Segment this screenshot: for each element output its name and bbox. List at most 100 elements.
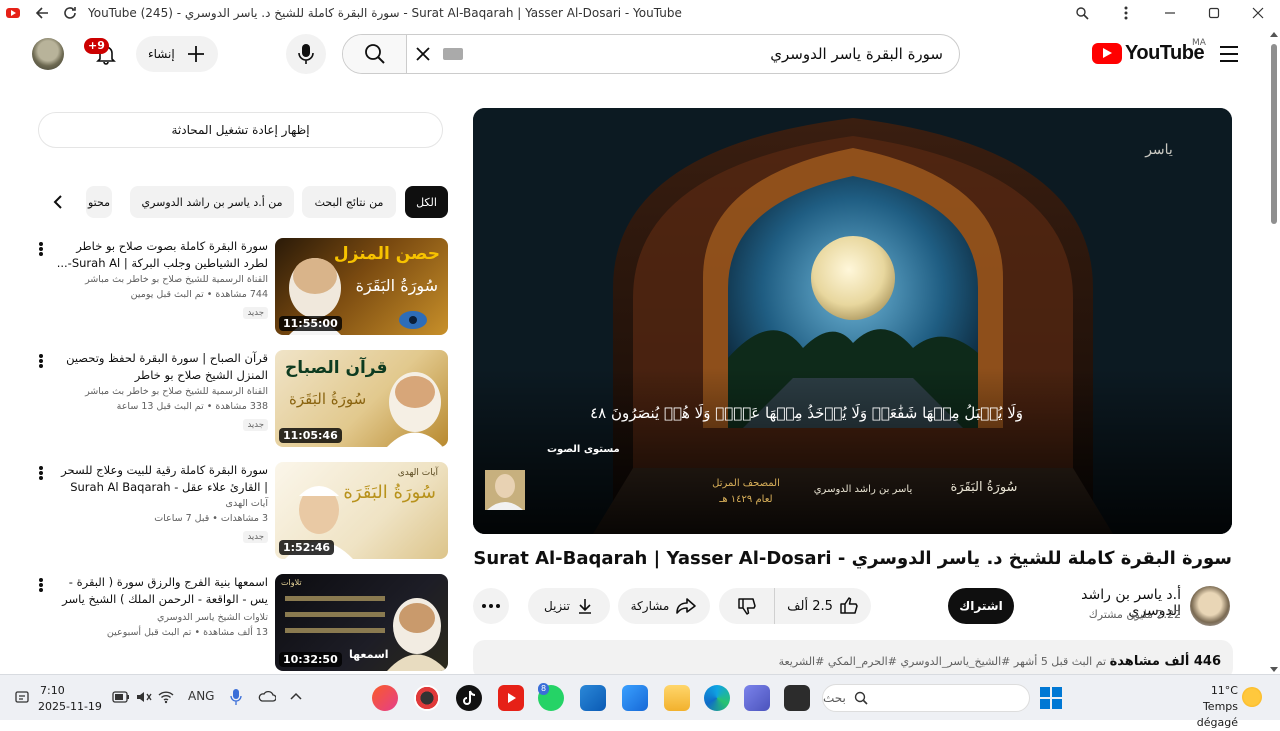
scroll-thumb[interactable] bbox=[1271, 44, 1277, 224]
store-icon[interactable] bbox=[580, 685, 606, 711]
guide-menu-icon[interactable] bbox=[1218, 44, 1240, 64]
show-chat-replay-button[interactable]: إظهار إعادة تشغيل المحادثة bbox=[38, 112, 443, 148]
microphone-icon bbox=[298, 44, 314, 64]
more-actions-button[interactable] bbox=[473, 588, 509, 624]
list-item[interactable]: قرآن الصباح | سورة البقرة لحفظ وتحصين ال… bbox=[34, 350, 450, 448]
plus-icon bbox=[188, 46, 204, 62]
list-item[interactable]: اسمعها بنية الفرج والرزق سورة ( البقرة -… bbox=[34, 574, 450, 672]
teams-icon[interactable] bbox=[744, 685, 770, 711]
subscribe-button[interactable]: اشتراك bbox=[948, 588, 1014, 624]
wifi-icon[interactable] bbox=[158, 690, 174, 704]
thumb-text: اسمعها bbox=[349, 648, 389, 661]
battery-icon[interactable] bbox=[112, 690, 130, 704]
volume-muted-icon[interactable] bbox=[136, 690, 152, 704]
list-item[interactable]: سورة البقرة كاملة بصوت صلاح بو خاطر لطرد… bbox=[34, 238, 450, 336]
weather-widget[interactable]: 11°C Temps dégagé bbox=[1160, 683, 1238, 731]
notification-center-icon[interactable] bbox=[14, 689, 30, 705]
chip-from-channel[interactable]: من أ.د ياسر بن راشد الدوسري bbox=[130, 186, 294, 218]
reciter-name: ياسر بن راشد الدوسري bbox=[813, 484, 913, 495]
thumb-text: سُورَةُ البَقَرَة bbox=[355, 276, 438, 295]
maximize-icon[interactable] bbox=[1192, 0, 1236, 26]
taskbar-search[interactable]: بحث bbox=[822, 684, 1030, 712]
chevron-left-icon[interactable] bbox=[46, 190, 70, 214]
video-player[interactable]: ياسر وَلَا يُقۡبَلُ مِنۡهَا شَفَٰعَةٞ وَ… bbox=[473, 108, 1232, 534]
rec-channel[interactable]: آيات الهدى bbox=[56, 498, 268, 509]
more-options-icon[interactable] bbox=[34, 350, 48, 372]
rec-thumbnail[interactable]: تلاوات اسمعها 10:32:50 bbox=[275, 574, 448, 671]
scroll-down-arrow[interactable] bbox=[1270, 667, 1278, 672]
rec-title[interactable]: سورة البقرة كاملة بصوت صلاح بو خاطر لطرد… bbox=[56, 238, 268, 272]
thumb-text: تلاوات bbox=[281, 578, 302, 587]
browser-menu-icon[interactable] bbox=[1104, 0, 1148, 26]
youtube-logo[interactable]: YouTube bbox=[1092, 42, 1205, 65]
back-icon[interactable] bbox=[28, 0, 56, 26]
more-options-icon[interactable] bbox=[34, 238, 48, 260]
voice-search-button[interactable] bbox=[286, 34, 326, 74]
input-language[interactable]: ANG bbox=[188, 689, 214, 703]
chip-more[interactable]: محتو bbox=[86, 186, 112, 218]
youtube-app-icon[interactable] bbox=[498, 685, 524, 711]
share-label: مشاركة bbox=[630, 599, 670, 613]
minimize-icon[interactable] bbox=[1148, 0, 1192, 26]
edge-icon[interactable] bbox=[704, 685, 730, 711]
rec-thumbnail[interactable]: آيات الهدى سُورَةُ البَقَرَة 1:52:46 bbox=[275, 462, 448, 559]
dislike-button[interactable] bbox=[719, 588, 775, 624]
channel-avatar[interactable] bbox=[1190, 586, 1230, 626]
brave-icon[interactable] bbox=[372, 685, 398, 711]
rec-channel[interactable]: القناة الرسمية للشيخ صلاح بو خاطر بث مبا… bbox=[56, 274, 268, 285]
avatar[interactable] bbox=[32, 38, 64, 70]
chevron-up-icon[interactable] bbox=[290, 692, 302, 700]
download-label: تنزيل bbox=[543, 599, 570, 613]
rec-title[interactable]: قرآن الصباح | سورة البقرة لحفظ وتحصين ال… bbox=[56, 350, 268, 384]
search-button[interactable] bbox=[343, 35, 407, 73]
rec-meta: 744 مشاهدة • تم البث قبل يومين bbox=[130, 289, 268, 300]
windows-start-icon[interactable] bbox=[1040, 687, 1062, 709]
chip-label: الكل bbox=[416, 195, 437, 209]
share-icon bbox=[676, 598, 697, 614]
new-badge: جديد bbox=[243, 307, 268, 319]
terminal-icon[interactable] bbox=[784, 685, 810, 711]
microphone-tray-icon[interactable] bbox=[230, 688, 242, 706]
more-options-icon[interactable] bbox=[34, 574, 48, 596]
reload-icon[interactable] bbox=[56, 0, 84, 26]
outlook-icon[interactable] bbox=[622, 685, 648, 711]
window-title: YouTube (245) - سورة البقرة كاملة للشيخ … bbox=[88, 6, 682, 20]
zoom-icon[interactable] bbox=[1060, 0, 1104, 26]
close-icon[interactable] bbox=[1236, 0, 1280, 26]
rec-title[interactable]: اسمعها بنية الفرج والرزق سورة ( البقرة -… bbox=[56, 574, 268, 610]
like-button[interactable]: 2.5 ألف bbox=[775, 588, 871, 624]
rec-channel[interactable]: القناة الرسمية للشيخ صلاح بو خاطر بث مبا… bbox=[56, 386, 268, 397]
recorder-app-icon[interactable] bbox=[414, 685, 440, 711]
share-button[interactable]: مشاركة bbox=[618, 588, 710, 624]
tiktok-icon[interactable] bbox=[456, 685, 482, 711]
rec-channel[interactable]: تلاوات الشيخ ياسر الدوسري bbox=[56, 612, 268, 623]
clock-time: 7:10 bbox=[40, 684, 65, 697]
scroll-up-arrow[interactable] bbox=[1270, 32, 1278, 37]
page-scrollbar[interactable] bbox=[1268, 26, 1280, 674]
search-icon bbox=[854, 691, 868, 705]
chip-all[interactable]: الكل bbox=[405, 186, 448, 218]
thumb-text: قرآن الصباح bbox=[285, 358, 388, 378]
rec-thumbnail[interactable]: حصن المنزل سُورَةُ البَقَرَة 11:55:00 bbox=[275, 238, 448, 335]
hashtags[interactable]: #الشيخ_ياسر_الدوسري #الحرم_المكي #الشريع… bbox=[779, 655, 1011, 668]
subscribe-label: اشتراك bbox=[959, 599, 1003, 613]
onedrive-icon[interactable] bbox=[258, 690, 276, 702]
list-item[interactable]: سورة البقرة كاملة رقية للبيت وعلاج للسحر… bbox=[34, 462, 450, 560]
taskbar-clock[interactable]: 7:10 2025-11-19 bbox=[38, 683, 102, 715]
create-button[interactable]: إنشاء bbox=[136, 36, 218, 72]
clear-search-button[interactable] bbox=[407, 35, 439, 73]
close-icon bbox=[416, 47, 430, 61]
youtube-play-icon bbox=[1092, 43, 1122, 64]
rec-thumbnail[interactable]: قرآن الصباح سُورَةُ البَقَرَة 11:05:46 bbox=[275, 350, 448, 447]
keyboard-icon[interactable] bbox=[443, 48, 463, 60]
file-explorer-icon[interactable] bbox=[664, 685, 690, 711]
more-options-icon[interactable] bbox=[34, 462, 48, 484]
mushaf-label: المصحف المرتل bbox=[712, 478, 780, 489]
like-dislike-group: 2.5 ألف bbox=[719, 588, 871, 624]
search-input[interactable]: سورة البقرة ياسر الدوسري bbox=[463, 45, 959, 63]
download-button[interactable]: تنزيل bbox=[528, 588, 610, 624]
thumbs-up-icon bbox=[840, 597, 858, 614]
thumbs-down-icon bbox=[737, 598, 756, 615]
chip-from-search[interactable]: من نتائج البحث bbox=[302, 186, 396, 218]
rec-title[interactable]: سورة البقرة كاملة رقية للبيت وعلاج للسحر… bbox=[56, 462, 268, 496]
